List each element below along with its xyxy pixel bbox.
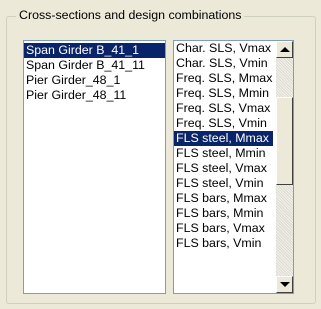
scroll-up-button[interactable] [276, 41, 293, 58]
scroll-down-button[interactable] [276, 276, 293, 293]
design-combination-item[interactable]: FLS bars, Vmax [174, 221, 273, 236]
cross-section-item[interactable]: Span Girder B_41_1 [24, 43, 165, 58]
design-combination-item[interactable]: Freq. SLS, Mmin [174, 86, 273, 101]
design-combination-item[interactable]: Freq. SLS, Mmax [174, 71, 273, 86]
groupbox-title: Cross-sections and design combinations [16, 8, 245, 23]
design-combination-item[interactable]: Char. SLS, Vmin [174, 56, 273, 71]
design-combination-item[interactable]: FLS bars, Vmin [174, 236, 273, 251]
design-combination-item[interactable]: FLS steel, Mmin [174, 146, 273, 161]
design-combination-item[interactable]: FLS bars, Mmax [174, 191, 273, 206]
design-combination-item[interactable]: FLS steel, Vmin [174, 176, 273, 191]
design-combination-item[interactable]: Char. SLS, Vmax [174, 41, 273, 56]
design-combination-item[interactable]: Freq. SLS, Vmin [174, 116, 273, 131]
design-combination-item[interactable]: FLS bars, Mmin [174, 206, 273, 221]
cross-section-item[interactable]: Span Girder B_41_11 [24, 58, 165, 73]
cross-section-item[interactable]: Pier Girder_48_1 [24, 73, 165, 88]
design-combination-item[interactable]: FLS steel, Vmax [174, 161, 273, 176]
design-combination-item[interactable]: FLS steel, Mmax [174, 131, 273, 146]
design-combination-item[interactable]: Freq. SLS, Vmax [174, 101, 273, 116]
scroll-down-arrow-icon [280, 282, 290, 287]
cross-section-item[interactable]: Pier Girder_48_11 [24, 88, 165, 103]
design-combinations-listbox[interactable]: Char. SLS, Vmax Char. SLS, Vmin Freq. SL… [173, 40, 294, 294]
cross-sections-listbox[interactable]: Span Girder B_41_1 Span Girder B_41_11 P… [23, 40, 166, 294]
vertical-scrollbar[interactable] [276, 41, 293, 293]
scroll-up-arrow-icon [280, 47, 290, 52]
scrollbar-thumb[interactable] [276, 97, 293, 185]
